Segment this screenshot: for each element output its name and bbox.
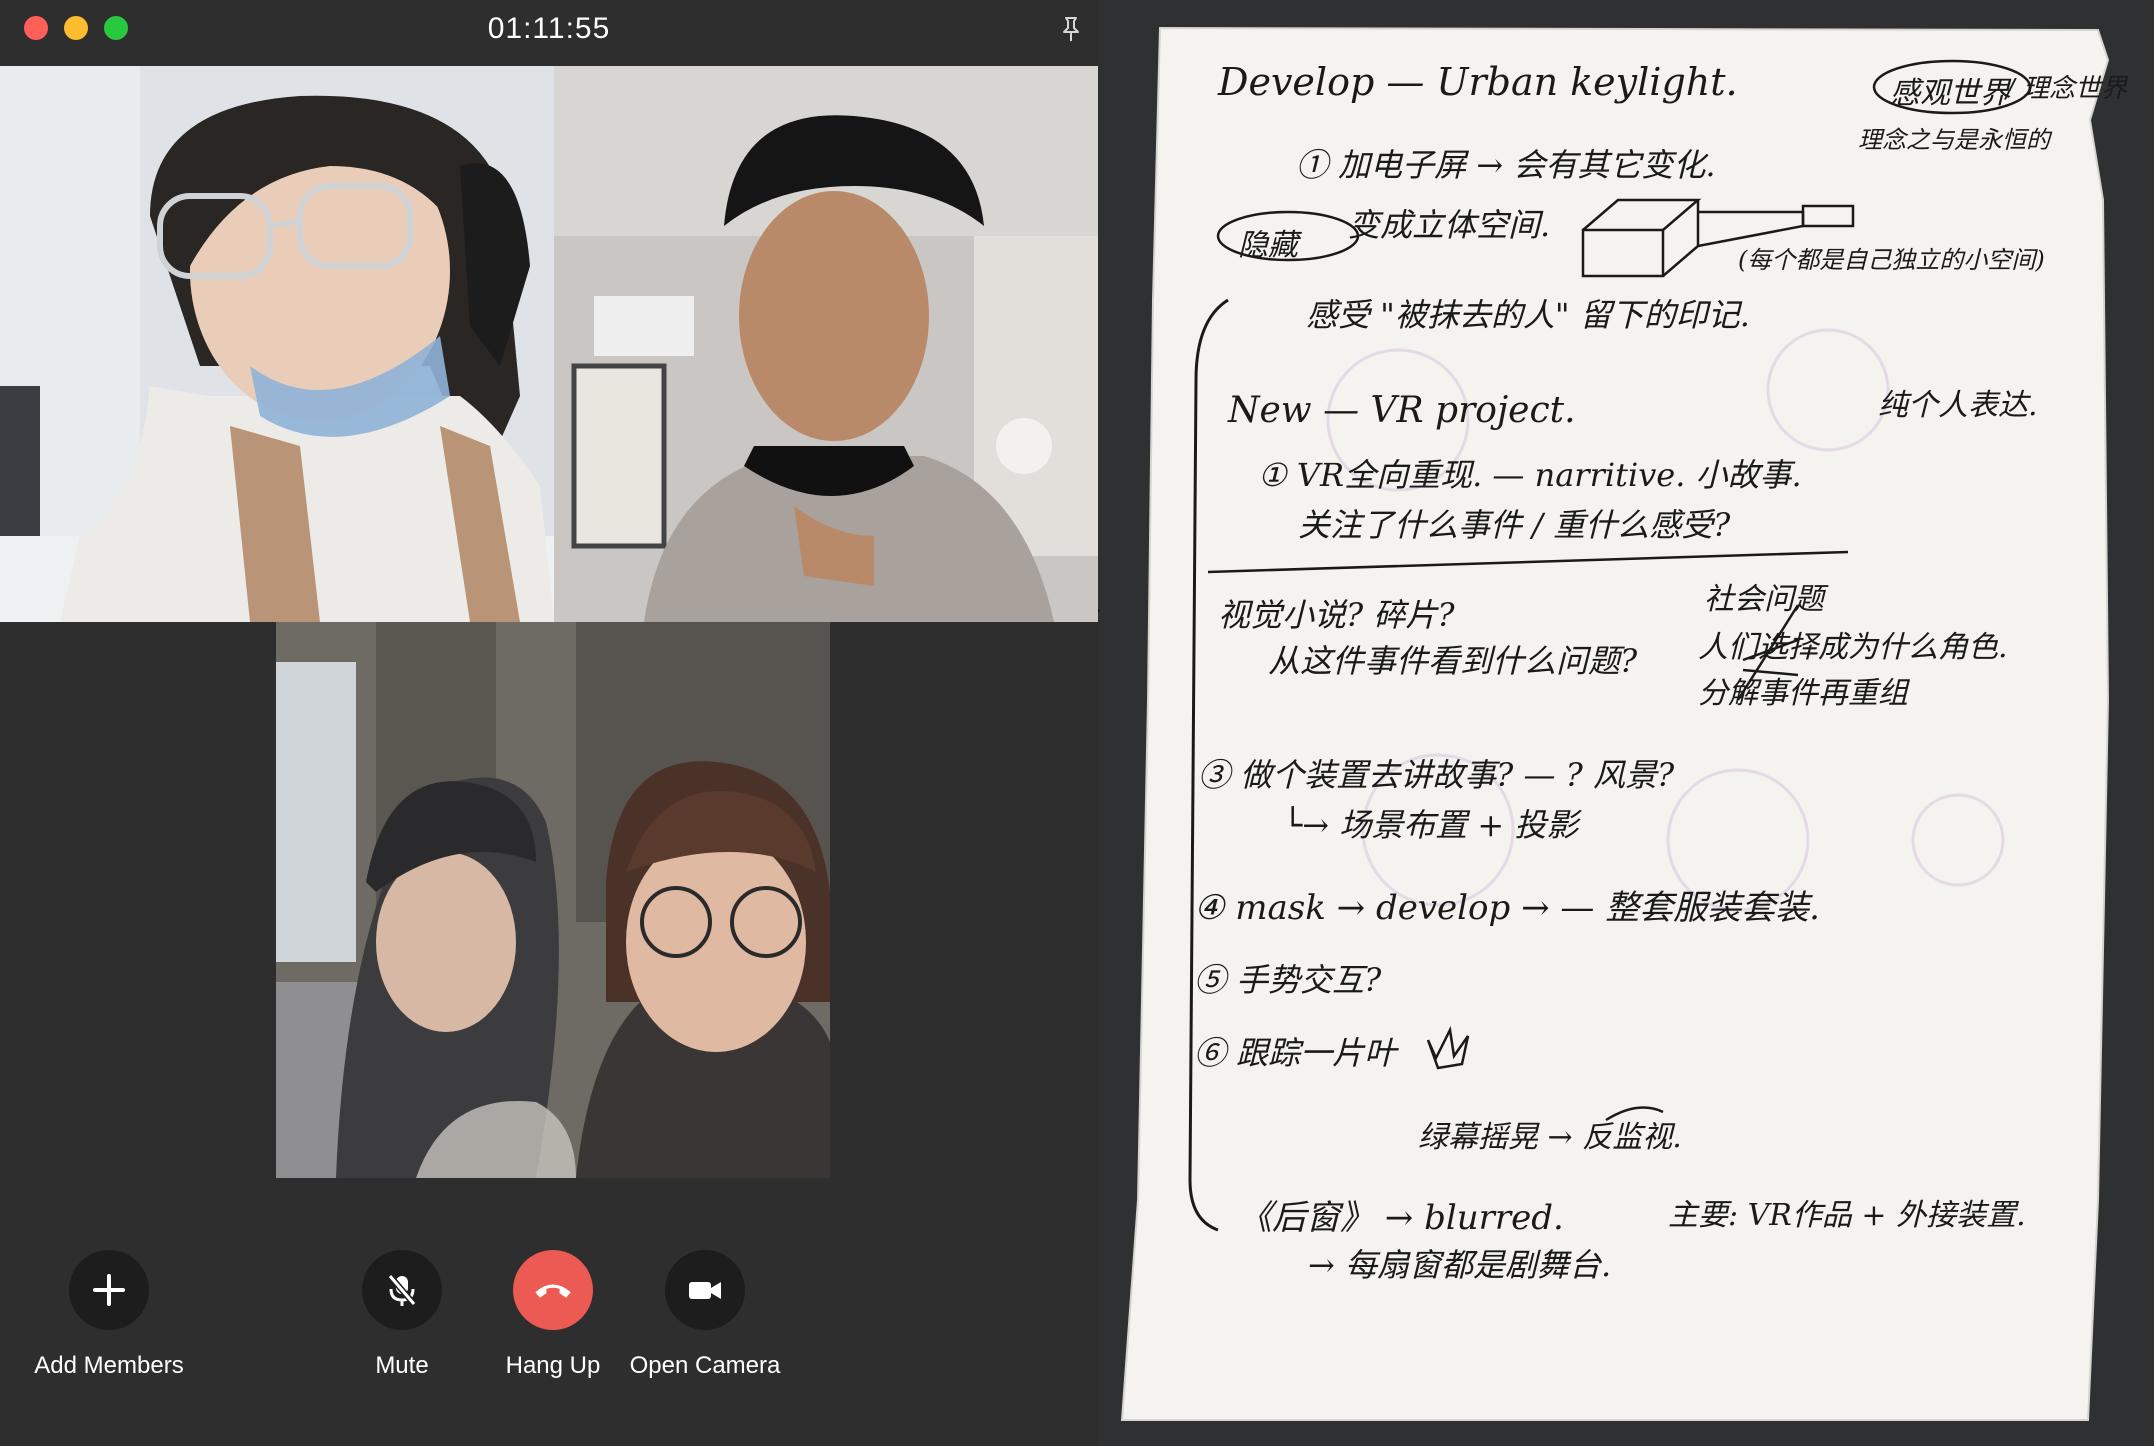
note-line-13: ③ 做个装置去讲故事? — ? 风景? <box>1198 756 1675 794</box>
note-line-15: ④ mask → develop → — 整套服装套装. <box>1194 888 1820 928</box>
hang-up-button[interactable] <box>513 1250 593 1330</box>
add-members-button[interactable] <box>69 1250 149 1330</box>
screen: 01:11:55 Add Members Mute Hang Up Open C… <box>0 0 2154 1446</box>
call-controls: Add Members Mute Hang Up Open Camera <box>0 1250 1098 1400</box>
note-line-6: 感受 "被抹去的人" 留下的印记. <box>1306 296 1750 334</box>
phone-hangup-icon <box>535 1284 571 1298</box>
note-line-1-tail: / 理念世界 <box>2006 74 2128 104</box>
add-members-control: Add Members <box>9 1250 209 1380</box>
note-line-11: 从这件事件看到什么问题? <box>1268 642 1638 680</box>
note-line-17: ⑥ 跟踪一片叶 <box>1194 1034 1397 1072</box>
note-line-4-circled: 隐藏 <box>1238 228 1298 263</box>
note-line-16: ⑤ 手势交互? <box>1194 961 1382 999</box>
video-call-window: 01:11:55 Add Members Mute Hang Up Open C… <box>0 0 1098 1446</box>
participant-video-3 <box>276 622 830 1178</box>
note-line-10: 视觉小说? 碎片? <box>1218 596 1455 634</box>
open-camera-button[interactable] <box>665 1250 745 1330</box>
note-line-19-right: 主要: VR作品 + 外接装置. <box>1668 1198 2026 1233</box>
note-line-7-right: 纯个人表达. <box>1878 388 2038 423</box>
note-line-7: New — VR project. <box>1228 390 1576 431</box>
title-bar: 01:11:55 <box>0 0 1098 66</box>
note-line-18: 绿幕摇晃 → 反监视. <box>1418 1120 1682 1155</box>
camera-icon <box>689 1282 721 1299</box>
note-line-20: → 每扇窗都是剧舞台. <box>1308 1246 1612 1284</box>
open-camera-label: Open Camera <box>629 1352 781 1379</box>
note-line-12: 分解事件再重组 <box>1698 676 1908 711</box>
note-line-4: 变成立体空间. <box>1348 206 1551 244</box>
mute-button[interactable] <box>362 1250 442 1330</box>
note-line-10-right: 社会问题 <box>1704 582 1824 617</box>
note-line-1: Develop — Urban keylight. <box>1218 60 1738 104</box>
note-line-3: ① 加电子屏 → 会有其它变化. <box>1296 146 1716 184</box>
participant-video-1 <box>0 66 554 622</box>
note-line-1-circled: 感观世界 <box>1890 76 2010 111</box>
open-camera-control: Open Camera <box>605 1250 805 1380</box>
note-line-9: 关注了什么事件 / 重什么感受? <box>1298 506 1731 544</box>
note-line-5: (每个都是自己独立的小空间) <box>1738 246 2045 274</box>
note-line-2: 理念之与是永恒的 <box>1858 126 2050 154</box>
microphone-off-icon <box>387 1274 417 1306</box>
note-line-8: ① VR全向重现. — narritive. 小故事. <box>1258 456 1802 494</box>
note-line-14: └→ 场景布置 + 投影 <box>1283 806 1579 844</box>
note-line-11-right: 人们选择成为什么角色. <box>1698 630 2008 665</box>
plus-icon <box>93 1274 125 1306</box>
call-timer: 01:11:55 <box>487 12 611 45</box>
note-line-19: 《后窗》 → blurred. <box>1238 1198 1564 1238</box>
pin-icon[interactable] <box>1056 14 1086 44</box>
participant-video-2 <box>554 66 1098 622</box>
handwritten-notes-photo: Develop — Urban keylight. 感观世界 / 理念世界 理念… <box>1098 0 2154 1446</box>
add-members-label: Add Members <box>34 1352 184 1379</box>
